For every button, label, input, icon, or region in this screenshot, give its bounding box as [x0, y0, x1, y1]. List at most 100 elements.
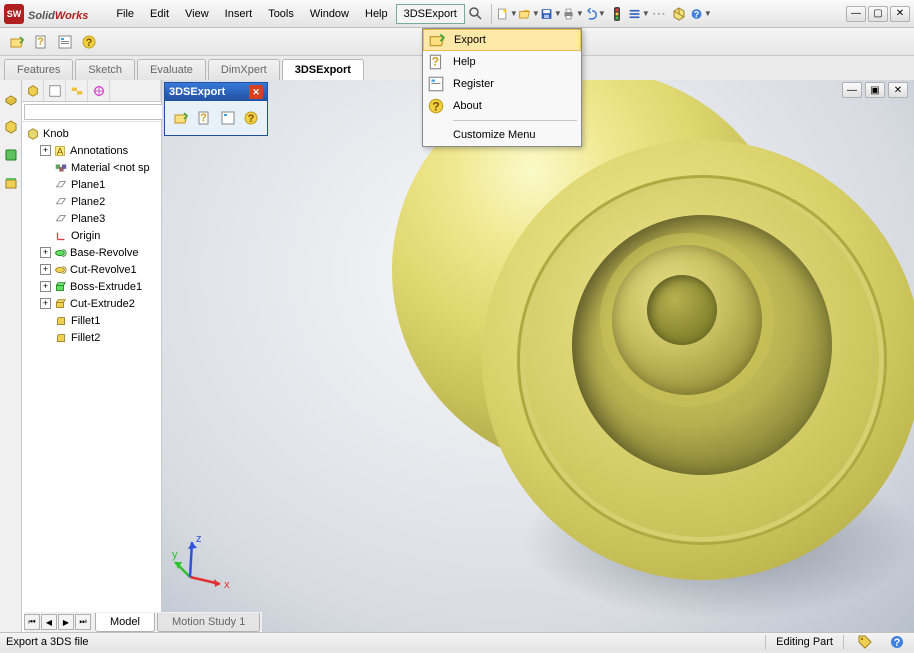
doc-help-icon[interactable]: ? — [195, 107, 215, 129]
form-icon[interactable] — [54, 31, 76, 53]
rail-sheet-icon[interactable] — [0, 172, 22, 194]
dropdown-item-customize[interactable]: Customize Menu — [423, 124, 581, 146]
tree-tab-config-icon[interactable] — [66, 80, 88, 101]
svg-text:?: ? — [86, 37, 93, 49]
tab-dimxpert[interactable]: DimXpert — [208, 59, 280, 80]
form-icon — [427, 75, 445, 93]
tree-tab-property-icon[interactable] — [44, 80, 66, 101]
tree-item-cutrevolve[interactable]: +Cut-Revolve1 — [22, 261, 161, 278]
expander-icon[interactable]: + — [40, 145, 51, 156]
tree-item-origin[interactable]: Origin — [22, 227, 161, 244]
svg-text:?: ? — [432, 100, 440, 114]
tree-tab-dimxpert-icon[interactable] — [88, 80, 110, 101]
menu-help[interactable]: Help — [357, 4, 396, 24]
tree-item-fillet1[interactable]: Fillet1 — [22, 312, 161, 329]
viewport[interactable]: 3DSExport ✕ ? ? ▼ ▼ ▼ ▼ ▼ ▼ — ▣ ✕ — [162, 80, 914, 632]
tab-nav-prev-icon[interactable]: ◀ — [41, 614, 57, 630]
separator — [491, 4, 492, 24]
new-doc-icon[interactable]: ▼ — [496, 3, 518, 25]
menu-file[interactable]: File — [108, 4, 142, 24]
help-icon[interactable]: ?▼ — [690, 3, 712, 25]
expander-icon[interactable]: + — [40, 264, 51, 275]
form-icon[interactable] — [218, 107, 238, 129]
close-icon[interactable]: ✕ — [249, 85, 263, 99]
view-triad-icon[interactable]: x y z — [170, 532, 240, 592]
options-list-icon[interactable]: ▼ — [628, 3, 650, 25]
open-icon[interactable]: ▼ — [518, 3, 540, 25]
export-folder-icon[interactable] — [6, 31, 28, 53]
tree-filter-bar — [22, 102, 161, 122]
menu-insert[interactable]: Insert — [217, 4, 261, 24]
about-icon[interactable]: ? — [78, 31, 100, 53]
plane-icon — [54, 178, 68, 192]
tree-item-annotations[interactable]: +AAnnotations — [22, 142, 161, 159]
workspace: Knob +AAnnotations Material <not sp Plan… — [0, 80, 914, 632]
rail-part-icon[interactable] — [0, 116, 22, 138]
more-icon[interactable]: ⋯ — [652, 5, 666, 22]
status-tag-icon[interactable] — [854, 631, 876, 653]
tree-item-plane2[interactable]: Plane2 — [22, 193, 161, 210]
bottom-tabs: ⏮ ◀ ▶ ⏭ Model Motion Study 1 — [24, 612, 262, 632]
dropdown-item-about[interactable]: ? About — [423, 95, 581, 117]
menu-window[interactable]: Window — [302, 4, 357, 24]
about-icon[interactable]: ? — [242, 107, 262, 129]
maximize-button[interactable]: ▢ — [868, 6, 888, 22]
tree-tab-render-icon[interactable] — [110, 80, 161, 101]
tab-3dsexport[interactable]: 3DSExport — [282, 59, 364, 80]
tab-nav-last-icon[interactable]: ⏭ — [75, 614, 91, 630]
search-icon[interactable] — [465, 3, 487, 25]
menu-edit[interactable]: Edit — [142, 4, 177, 24]
print-icon[interactable]: ▼ — [562, 3, 584, 25]
dropdown-item-help[interactable]: ? Help — [423, 51, 581, 73]
svg-text:?: ? — [248, 113, 255, 125]
cube-icon[interactable] — [668, 3, 690, 25]
menu-tools[interactable]: Tools — [260, 4, 302, 24]
app-logo-icon: SW — [4, 4, 24, 24]
tree-filter-input[interactable] — [24, 104, 164, 120]
window-controls: — ▢ ✕ — [846, 6, 910, 22]
tree-item-baserevolve[interactable]: +Base-Revolve — [22, 244, 161, 261]
tab-nav-first-icon[interactable]: ⏮ — [24, 614, 40, 630]
revolve-icon — [53, 246, 67, 260]
tab-sketch[interactable]: Sketch — [75, 59, 135, 80]
svg-text:?: ? — [894, 637, 901, 649]
tree-panel-tabs — [22, 80, 161, 102]
dropdown-item-register[interactable]: Register — [423, 73, 581, 95]
tab-features[interactable]: Features — [4, 59, 73, 80]
tree-root[interactable]: Knob — [22, 125, 161, 142]
tab-nav-next-icon[interactable]: ▶ — [58, 614, 74, 630]
bottom-tab-motion[interactable]: Motion Study 1 — [157, 613, 260, 632]
floating-panel-titlebar[interactable]: 3DSExport ✕ — [165, 83, 267, 101]
rail-surface-icon[interactable] — [0, 144, 22, 166]
tree-tab-feature-icon[interactable] — [22, 80, 44, 101]
menu-3dsexport[interactable]: 3DSExport — [396, 4, 465, 24]
status-help-icon[interactable]: ? — [886, 631, 908, 653]
tree-item-plane3[interactable]: Plane3 — [22, 210, 161, 227]
tree-item-fillet2[interactable]: Fillet2 — [22, 329, 161, 346]
annotations-icon: A — [53, 144, 67, 158]
tree-item-material[interactable]: Material <not sp — [22, 159, 161, 176]
rail-assembly-icon[interactable] — [0, 88, 22, 110]
traffic-light-icon[interactable] — [606, 3, 628, 25]
tree-item-plane1[interactable]: Plane1 — [22, 176, 161, 193]
doc-help-icon[interactable]: ? — [30, 31, 52, 53]
floating-panel-body: ? ? — [165, 101, 267, 135]
svg-text:y: y — [172, 549, 178, 561]
floating-panel-3dsexport[interactable]: 3DSExport ✕ ? ? — [164, 82, 268, 136]
tree-item-cutextrude[interactable]: +Cut-Extrude2 — [22, 295, 161, 312]
plane-icon — [54, 195, 68, 209]
minimize-button[interactable]: — — [846, 6, 866, 22]
expander-icon[interactable]: + — [40, 247, 51, 258]
expander-icon[interactable]: + — [40, 298, 51, 309]
close-button[interactable]: ✕ — [890, 6, 910, 22]
tree-item-bossextrude[interactable]: +Boss-Extrude1 — [22, 278, 161, 295]
tab-evaluate[interactable]: Evaluate — [137, 59, 206, 80]
menu-view[interactable]: View — [177, 4, 217, 24]
export-folder-icon[interactable] — [171, 107, 191, 129]
undo-icon[interactable]: ▼ — [584, 3, 606, 25]
save-icon[interactable]: ▼ — [540, 3, 562, 25]
bottom-tab-model[interactable]: Model — [95, 613, 155, 632]
dropdown-item-export[interactable]: Export — [423, 29, 581, 51]
svg-text:A: A — [57, 146, 64, 157]
expander-icon[interactable]: + — [40, 281, 51, 292]
